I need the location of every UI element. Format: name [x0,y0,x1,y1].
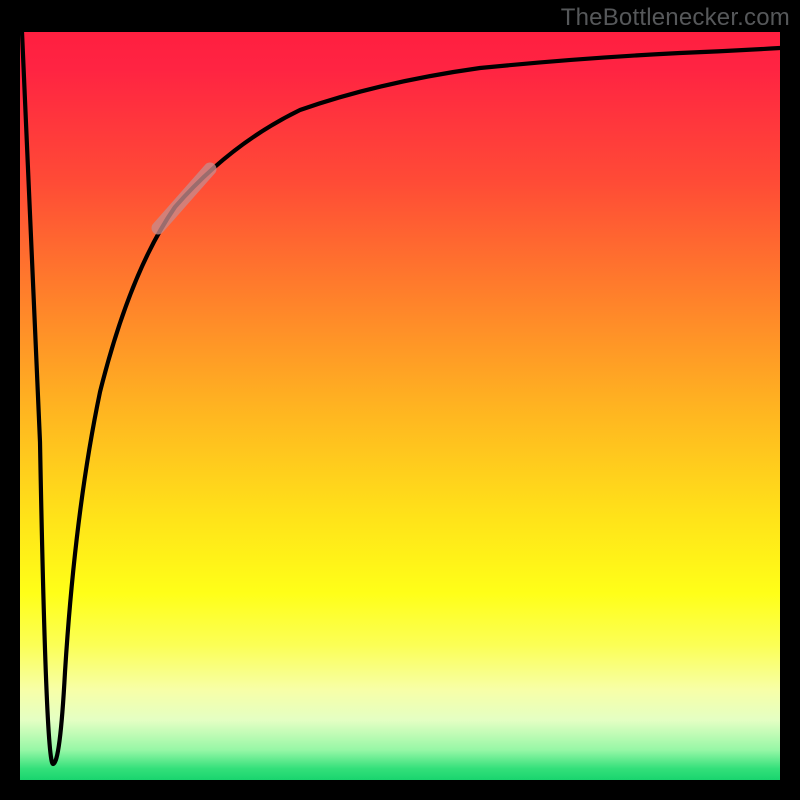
chart-frame: TheBottlenecker.com [0,0,800,800]
curve-svg [20,32,780,780]
watermark-text: TheBottlenecker.com [561,4,790,32]
plot-area [20,32,780,780]
highlight-segment [158,169,210,228]
bottleneck-curve-path [22,32,780,764]
